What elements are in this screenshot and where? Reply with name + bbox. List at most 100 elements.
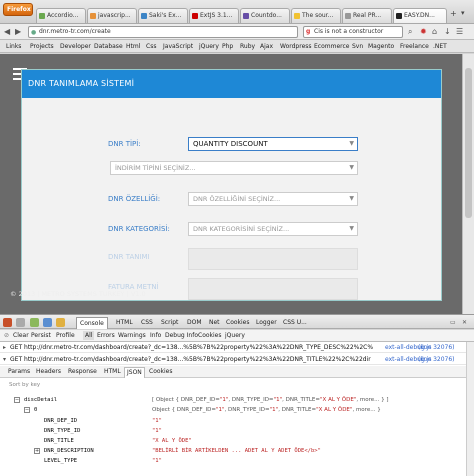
source-line-link[interactable]: (line 32076) — [418, 342, 455, 353]
navigation-bar: ◀ ▶ ● dnr.metro-tr.com/create g Cis is n… — [0, 24, 474, 40]
home-icon[interactable]: ⌂ — [432, 27, 437, 37]
search-magnifier-icon[interactable]: ⌕ — [408, 27, 412, 37]
sort-by-key-label[interactable]: Sort by key — [9, 382, 40, 388]
source-line-link[interactable]: (line 32076) — [418, 354, 455, 365]
bookmark-ecommerce[interactable]: Ecommerce — [314, 42, 349, 51]
browser-tab-active[interactable]: EASY.DN... — [393, 8, 447, 23]
browser-tab[interactable]: Accordio... — [36, 8, 86, 23]
clear-icon[interactable]: ⊘ — [4, 331, 9, 340]
firepath-icon[interactable] — [43, 318, 52, 327]
pause-icon[interactable] — [30, 318, 39, 327]
tree-key: DNR_DEF_ID — [44, 418, 78, 424]
dnr-type-select[interactable]: QUANTITY DISCOUNT ▼ — [188, 137, 358, 151]
dnr-feature-select[interactable]: DNR ÖZELLİĞİNİ SEÇİNİZ... ▼ — [188, 192, 358, 206]
tab-response[interactable]: Response — [68, 367, 97, 377]
expand-arrow-icon[interactable]: ▸ — [3, 342, 6, 353]
bookmark-freelance[interactable]: Freelance — [400, 42, 429, 51]
browser-tab[interactable]: javascrip... — [87, 8, 137, 23]
search-input[interactable]: g Cis is not a constructor — [303, 26, 403, 38]
tree-value: "BELİRLİ BİR ARTİKELDEN ... ADET AL Y AD… — [152, 448, 321, 454]
minimize-icon[interactable]: ▭ — [450, 318, 456, 327]
firebug-icon[interactable]: ✹ — [420, 27, 427, 37]
discount-type-select[interactable]: İNDİRİM TİPİNİ SEÇİNİZ... ▼ — [110, 161, 358, 175]
summary-prefix: [ Object { — [152, 397, 180, 403]
bookmark-ruby[interactable]: Ruby — [240, 42, 255, 51]
back-arrow-icon[interactable]: ◀ — [4, 27, 10, 37]
firebug-tab-logger[interactable]: Logger — [256, 318, 277, 327]
browser-tab[interactable]: Countdo... — [240, 8, 290, 23]
tree-collapse-icon[interactable]: − — [24, 407, 30, 413]
page-scrollbar[interactable] — [462, 54, 474, 314]
console-filter-all[interactable]: All — [83, 331, 95, 340]
console-scrollbar[interactable] — [466, 342, 474, 476]
dnr-category-select[interactable]: DNR KATEGORİSİNİ SEÇİNİZ... ▼ — [188, 222, 358, 236]
browser-tab[interactable]: Real PR... — [342, 8, 392, 23]
bookmark-links[interactable]: Links — [6, 42, 21, 51]
dnr-definition-textarea[interactable] — [188, 248, 358, 270]
bookmark-magento[interactable]: Magento — [368, 42, 394, 51]
tab-cookies[interactable]: Cookies — [149, 367, 173, 377]
firebug-tab-html[interactable]: HTML — [116, 318, 133, 327]
tab-headers[interactable]: Headers — [36, 367, 61, 377]
bookmark-javascript[interactable]: JavaScript — [163, 42, 193, 51]
forward-arrow-icon[interactable]: ▶ — [15, 27, 21, 37]
firebug-tab-css-usage[interactable]: CSS U... — [283, 318, 307, 327]
browser-tab[interactable]: Saki's Ex... — [138, 8, 188, 23]
console-persist[interactable]: Persist — [31, 331, 51, 340]
browser-tab-bar: Firefox Accordio... javascrip... Saki's … — [0, 0, 474, 24]
browser-tab[interactable]: The sour... — [291, 8, 341, 23]
firebug-tab-cookies[interactable]: Cookies — [226, 318, 250, 327]
collapse-arrow-icon[interactable]: ▾ — [3, 354, 6, 365]
bookmark-developer[interactable]: Developer — [60, 42, 91, 51]
tab-list-chevron-icon[interactable]: ▾ — [461, 9, 465, 17]
url-text: dnr.metro-tr.com/create — [39, 28, 111, 35]
bookmark-ajax[interactable]: Ajax — [260, 42, 273, 51]
browser-tab[interactable]: ExtJS 3.1... — [189, 8, 239, 23]
console-filter-info[interactable]: Info — [150, 331, 161, 340]
summary-end: , more... } ] — [356, 397, 389, 403]
bookmark-projects[interactable]: Projects — [30, 42, 54, 51]
bookmark-svn[interactable]: Svn — [352, 42, 363, 51]
tab-html[interactable]: HTML — [104, 367, 121, 377]
firebug-tab-console[interactable]: Console — [76, 317, 108, 329]
bookmark-html[interactable]: Html — [126, 42, 140, 51]
firebug-bug-icon[interactable] — [3, 318, 12, 327]
firebug-tab-dom[interactable]: DOM — [187, 318, 202, 327]
console-filter-debug-info[interactable]: Debug Info — [165, 331, 198, 340]
request-url: GET http://dnr.metro-tr.com/dashboard/cr… — [10, 356, 371, 363]
yslow-icon[interactable] — [56, 318, 65, 327]
chevron-down-icon: ▼ — [349, 195, 354, 202]
console-profile[interactable]: Profile — [56, 331, 75, 340]
tree-expand-icon[interactable]: + — [34, 448, 40, 454]
bookmark-dotnet[interactable]: .NET — [433, 42, 447, 51]
scrollbar-thumb[interactable] — [465, 68, 472, 218]
addon-icon[interactable]: ☰ — [456, 27, 463, 37]
console-clear[interactable]: Clear — [13, 331, 29, 340]
tree-collapse-icon[interactable]: − — [14, 397, 20, 403]
firebug-tab-net[interactable]: Net — [209, 318, 220, 327]
bookmark-jquery[interactable]: jQuery — [199, 42, 219, 51]
console-filter-cookies[interactable]: Cookies — [198, 331, 222, 340]
firebug-tab-css[interactable]: CSS — [141, 318, 153, 327]
bookmark-css[interactable]: Css — [146, 42, 156, 51]
tab-params[interactable]: Params — [8, 367, 30, 377]
network-request-row[interactable]: ▸ GET http://dnr.metro-tr.com/dashboard/… — [0, 342, 466, 353]
invoice-text-textarea[interactable] — [188, 278, 358, 300]
firebug-tab-script[interactable]: Script — [161, 318, 178, 327]
console-filter-jquery[interactable]: jQuery — [225, 331, 245, 340]
bookmark-database[interactable]: Database — [94, 42, 123, 51]
bookmark-wordpress[interactable]: Wordpress — [280, 42, 312, 51]
chevron-down-icon: ▼ — [349, 225, 354, 232]
firefox-menu-button[interactable]: Firefox — [3, 3, 33, 16]
bookmark-php[interactable]: Php — [222, 42, 233, 51]
url-bar[interactable]: ● dnr.metro-tr.com/create — [28, 26, 298, 38]
console-filter-warnings[interactable]: Warnings — [118, 331, 146, 340]
new-tab-icon[interactable]: + — [450, 9, 457, 18]
downloads-icon[interactable]: ↓ — [444, 27, 451, 37]
tab-json[interactable]: JSON — [124, 367, 145, 378]
network-request-row[interactable]: ▾ GET http://dnr.metro-tr.com/dashboard/… — [0, 354, 466, 365]
inspect-icon[interactable] — [16, 318, 25, 327]
close-icon[interactable]: ✕ — [462, 318, 467, 327]
console-filter-errors[interactable]: Errors — [97, 331, 115, 340]
summary-value: "X AL Y ÖDE" — [316, 407, 353, 413]
